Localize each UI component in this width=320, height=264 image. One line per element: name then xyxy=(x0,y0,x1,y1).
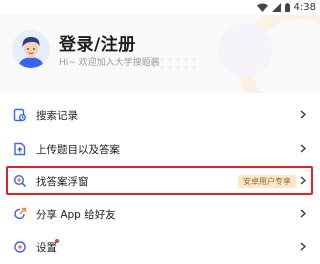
login-register-title[interactable]: 登录/注册 xyxy=(59,30,136,55)
menu-label: 设置 xyxy=(36,241,57,254)
menu-label: 上传题目以及答案 xyxy=(36,143,120,156)
battery-icon xyxy=(284,3,290,12)
wifi-icon xyxy=(256,3,268,12)
status-time: 4:38 xyxy=(293,2,316,13)
menu-item-upload-questions[interactable]: 上传题目以及答案 xyxy=(8,132,312,166)
chevron-right-icon xyxy=(300,144,306,153)
menu-item-search-history[interactable]: 搜索记录 xyxy=(8,98,312,132)
menu-label: 分享 App 给好友 xyxy=(36,208,116,221)
chevron-right-icon xyxy=(300,209,306,218)
decorative-circle xyxy=(218,23,272,77)
chevron-right-icon xyxy=(300,110,306,119)
highlight-frame xyxy=(6,166,313,195)
status-icons: 4:38 xyxy=(256,1,316,14)
upload-document-icon xyxy=(12,141,28,157)
cellular-signal-icon xyxy=(271,3,281,12)
menu-label: 搜索记录 xyxy=(36,109,78,122)
welcome-subtitle: Hi~ 欢迎加入大学搜题酱 xyxy=(59,58,160,68)
chevron-right-icon xyxy=(300,242,306,251)
menu-item-settings[interactable]: 设置 xyxy=(8,230,312,264)
gear-icon xyxy=(12,239,28,255)
notification-dot xyxy=(55,239,59,243)
avatar[interactable] xyxy=(12,30,50,68)
history-icon xyxy=(12,107,28,123)
share-icon xyxy=(12,206,28,222)
status-bar: 4:38 xyxy=(0,0,320,15)
menu-item-share-app[interactable]: 分享 App 给好友 xyxy=(8,197,312,231)
avatar-illustration-icon xyxy=(12,30,50,68)
